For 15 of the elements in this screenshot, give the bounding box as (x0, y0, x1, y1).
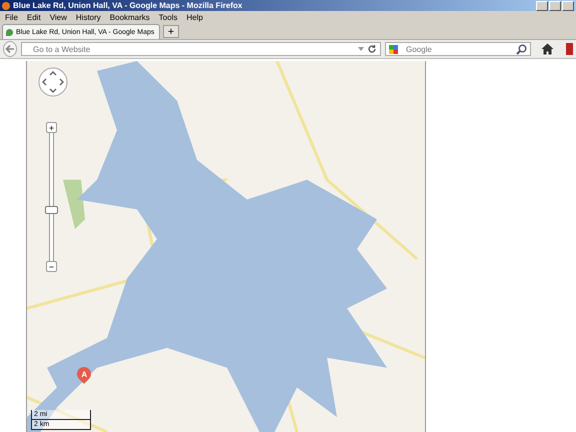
search-field[interactable]: Google (385, 42, 531, 56)
address-input[interactable]: Go to a Website (25, 44, 355, 54)
menu-item[interactable]: Edit (26, 12, 41, 22)
search-input[interactable]: Google (398, 44, 516, 54)
menu-item[interactable]: File (5, 12, 18, 22)
new-tab-button[interactable]: + (163, 25, 179, 38)
menu-item[interactable]: Bookmarks (110, 12, 150, 22)
menu-item[interactable]: Help (186, 12, 203, 22)
menu-item[interactable]: Tools (158, 12, 178, 22)
menu-item[interactable]: View (50, 12, 67, 22)
menu-item[interactable]: History (76, 12, 101, 22)
window-title: Blue Lake Rd, Union Hall, VA - Google Maps - Mozilla Firefox (13, 1, 244, 10)
address-field[interactable]: Go to a Website (21, 42, 381, 56)
zoom-out-button[interactable]: − (46, 261, 57, 272)
zoom-in-button[interactable]: + (46, 122, 57, 133)
